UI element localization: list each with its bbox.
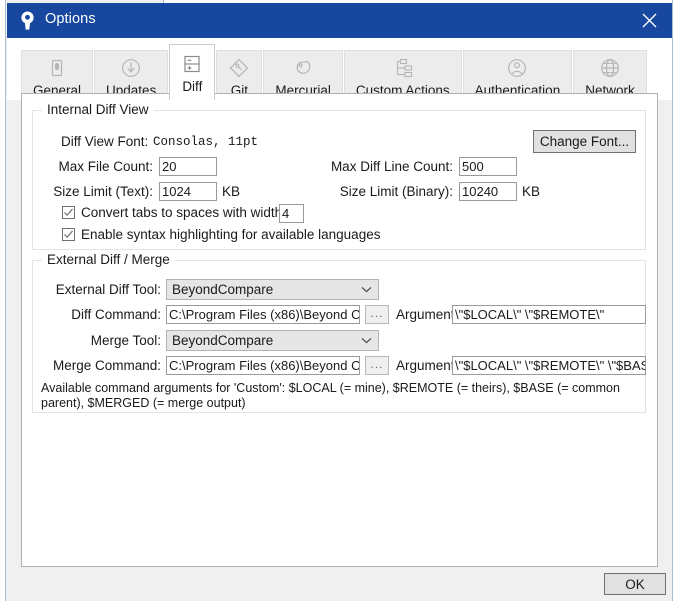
title-bar: Options — [7, 3, 672, 38]
merge-command-input[interactable]: C:\Program Files (x86)\Beyond Com — [166, 356, 360, 375]
max-diff-line-count-label: Max Diff Line Count: — [330, 159, 453, 174]
diff-settings-panel: Internal Diff View Diff View Font: Conso… — [21, 93, 658, 567]
max-file-count-label: Max File Count: — [58, 159, 153, 174]
convert-tabs-checkbox-row[interactable]: Convert tabs to spaces with width: — [62, 205, 286, 220]
globe-icon — [599, 56, 621, 80]
user-circle-icon — [506, 56, 528, 80]
chevron-down-icon — [361, 280, 372, 299]
group-legend: External Diff / Merge — [42, 252, 175, 267]
internal-diff-view-group: Internal Diff View Diff View Font: Conso… — [32, 102, 646, 250]
size-limit-text-unit: KB — [222, 184, 241, 199]
git-diamond-icon — [228, 56, 250, 80]
merge-tool-value: BeyondCompare — [172, 333, 274, 348]
merge-arguments-input[interactable]: \"$LOCAL\" \"$REMOTE\" \"$BASE\" -o — [452, 356, 646, 375]
diff-view-font-value: Consolas, 11pt — [153, 135, 259, 149]
syntax-highlighting-checkbox-row[interactable]: Enable syntax highlighting for available… — [62, 227, 380, 242]
syntax-highlighting-checkbox[interactable] — [62, 228, 75, 241]
external-diff-tool-label: External Diff Tool: — [55, 282, 161, 297]
convert-tabs-checkbox[interactable] — [62, 206, 75, 219]
merge-command-label: Merge Command: — [52, 358, 161, 373]
options-dialog: Options General Updates Diff Git Mercuri… — [7, 3, 672, 601]
tab-width-input[interactable]: 4 — [279, 204, 304, 223]
ok-button[interactable]: OK — [604, 573, 666, 595]
download-arrow-icon — [120, 56, 142, 80]
size-limit-binary-label: Size Limit (Binary): — [339, 184, 453, 199]
toggle-switch-icon — [47, 56, 67, 80]
diff-view-font-label: Diff View Font: — [61, 134, 149, 149]
close-icon[interactable] — [626, 3, 672, 38]
max-diff-line-count-input[interactable]: 500 — [459, 157, 517, 176]
size-limit-binary-input[interactable]: 10240 — [459, 182, 517, 201]
change-font-button[interactable]: Change Font... — [533, 130, 636, 153]
external-diff-tool-select[interactable]: BeyondCompare — [166, 279, 379, 300]
external-diff-tool-value: BeyondCompare — [172, 282, 274, 297]
sourcetree-keyhole-icon — [17, 10, 38, 31]
diff-command-label: Diff Command: — [71, 307, 161, 322]
convert-tabs-label: Convert tabs to spaces with width: — [81, 205, 286, 220]
tab-label: Diff — [182, 79, 203, 94]
diff-arguments-input[interactable]: \"$LOCAL\" \"$REMOTE\" — [452, 305, 646, 324]
external-diff-merge-group: External Diff / Merge External Diff Tool… — [32, 252, 646, 413]
custom-arguments-help-text: Available command arguments for 'Custom'… — [41, 381, 620, 410]
merge-tool-select[interactable]: BeyondCompare — [166, 330, 379, 351]
tab-strip: General Updates Diff Git Mercurial Custo… — [7, 38, 672, 100]
merge-command-browse-button[interactable]: ... — [365, 356, 389, 375]
node-tree-icon — [391, 56, 415, 80]
diff-command-browse-button[interactable]: ... — [365, 305, 389, 324]
size-limit-text-label: Size Limit (Text): — [53, 184, 153, 199]
size-limit-text-input[interactable]: 1024 — [159, 182, 217, 201]
chevron-down-icon — [361, 331, 372, 350]
mercurial-droplet-icon — [292, 56, 314, 80]
max-file-count-input[interactable]: 20 — [159, 157, 217, 176]
syntax-highlighting-label: Enable syntax highlighting for available… — [81, 227, 381, 242]
tab-diff[interactable]: Diff — [169, 44, 216, 100]
size-limit-binary-unit: KB — [522, 184, 541, 199]
background-window-right-edge — [672, 0, 685, 601]
diff-plus-minus-icon — [181, 52, 203, 76]
diff-command-input[interactable]: C:\Program Files (x86)\Beyond Com — [166, 305, 360, 324]
background-window-left-edge — [0, 0, 6, 601]
group-legend: Internal Diff View — [42, 102, 154, 117]
window-title: Options — [45, 11, 96, 27]
merge-tool-label: Merge Tool: — [90, 333, 161, 348]
